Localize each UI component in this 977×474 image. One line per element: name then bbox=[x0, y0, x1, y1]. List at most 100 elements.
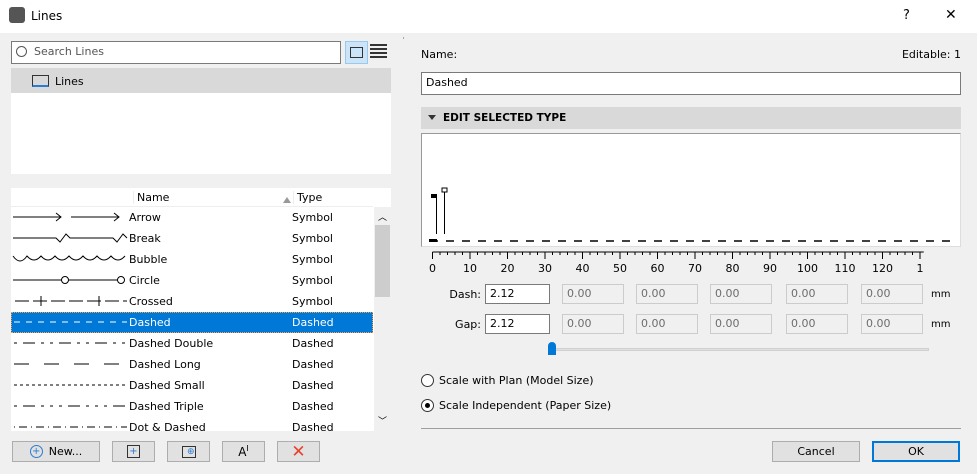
column-header-type[interactable]: Type bbox=[293, 191, 322, 204]
ruler-label: 90 bbox=[763, 262, 777, 275]
dash-value: 0.00 bbox=[715, 287, 740, 300]
divider bbox=[421, 428, 961, 429]
dash-field[interactable]: 0.00 bbox=[861, 284, 923, 304]
folder-icon bbox=[32, 75, 49, 87]
dash-pattern-preview bbox=[429, 187, 958, 242]
line-preview-icon bbox=[14, 363, 127, 365]
new-button-label: New... bbox=[48, 445, 83, 458]
new-folder-button[interactable]: ⊕ bbox=[167, 441, 210, 462]
gap-value: 0.00 bbox=[641, 317, 666, 330]
scroll-down-icon[interactable]: ﹀ bbox=[378, 414, 387, 427]
dash-value: 0.00 bbox=[641, 287, 666, 300]
scale-independent-radio[interactable]: Scale Independent (Paper Size) bbox=[421, 399, 611, 412]
gap-unit: mm bbox=[931, 319, 951, 330]
list-item[interactable]: Dashed Small Dashed bbox=[11, 375, 373, 396]
line-name: Dot & Dashed bbox=[129, 421, 206, 431]
dash-field[interactable]: 0.00 bbox=[786, 284, 848, 304]
scroll-thumb[interactable] bbox=[375, 225, 390, 297]
gap-field[interactable]: 0.00 bbox=[786, 314, 848, 334]
list-item[interactable]: Dashed Long Dashed bbox=[11, 354, 373, 375]
dash-field[interactable]: 0.00 bbox=[710, 284, 772, 304]
duplicate-button[interactable]: + bbox=[112, 441, 155, 462]
list-item[interactable]: Crossed Symbol bbox=[11, 291, 373, 312]
scale-with-plan-radio[interactable]: Scale with Plan (Model Size) bbox=[421, 374, 594, 387]
name-label: Name: bbox=[421, 48, 458, 61]
slider-thumb[interactable] bbox=[548, 342, 556, 355]
close-button[interactable]: ✕ bbox=[945, 7, 957, 23]
ok-button[interactable]: OK bbox=[872, 441, 960, 462]
dash-field[interactable]: 0.00 bbox=[562, 284, 624, 304]
edit-selected-type-header[interactable]: EDIT SELECTED TYPE bbox=[421, 107, 961, 129]
search-input[interactable]: Search Lines bbox=[11, 41, 341, 64]
new-button[interactable]: + New... bbox=[12, 441, 100, 462]
list-item[interactable]: Break Symbol bbox=[11, 228, 373, 249]
gap-field[interactable]: 2.12 bbox=[485, 314, 550, 334]
line-name: Dashed Triple bbox=[129, 400, 204, 413]
sort-ascending-icon bbox=[283, 193, 291, 203]
scale-slider[interactable] bbox=[548, 340, 930, 356]
line-type: Dashed bbox=[292, 316, 334, 329]
gap-field[interactable]: 0.00 bbox=[636, 314, 698, 334]
list-item[interactable]: Dashed Triple Dashed bbox=[11, 396, 373, 417]
line-name: Dashed Double bbox=[129, 337, 214, 350]
column-header-name[interactable]: Name bbox=[133, 191, 169, 204]
dash-value: 0.00 bbox=[567, 287, 592, 300]
name-input[interactable]: Dashed bbox=[421, 72, 961, 95]
ruler-label: 70 bbox=[688, 262, 702, 275]
ruler-label: 20 bbox=[501, 262, 515, 275]
folder-view-button[interactable] bbox=[345, 41, 368, 64]
gap-field[interactable]: 0.00 bbox=[861, 314, 923, 334]
list-item[interactable]: Dot & Dashed Dashed bbox=[11, 417, 373, 431]
line-preview-icon bbox=[12, 255, 126, 262]
line-preview-icon bbox=[14, 321, 127, 323]
cancel-label: Cancel bbox=[797, 445, 835, 458]
dash-field[interactable]: 2.12 bbox=[485, 284, 550, 304]
plus-circle-icon: + bbox=[29, 445, 43, 458]
rename-icon: AI bbox=[238, 444, 249, 459]
tree-item-lines[interactable]: Lines bbox=[11, 68, 391, 93]
line-name: Crossed bbox=[129, 295, 173, 308]
line-preview bbox=[421, 133, 961, 247]
delete-icon: ✕ bbox=[291, 441, 306, 462]
gap-field[interactable]: 0.00 bbox=[710, 314, 772, 334]
scale-paper-label: Scale Independent (Paper Size) bbox=[439, 399, 612, 412]
ruler-label: 60 bbox=[651, 262, 665, 275]
line-type: Dashed bbox=[292, 358, 334, 371]
list-item[interactable]: Dashed Double Dashed bbox=[11, 333, 373, 354]
window-title: Lines bbox=[31, 9, 63, 23]
help-button[interactable]: ? bbox=[903, 8, 910, 23]
line-preview-icon bbox=[14, 384, 127, 386]
title-bar: Lines ? ✕ bbox=[0, 0, 977, 33]
gap-value: 0.00 bbox=[791, 317, 816, 330]
folder-tree-icon bbox=[350, 47, 363, 58]
ruler-label: 0 bbox=[429, 262, 436, 275]
list-item[interactable]: Arrow Symbol bbox=[11, 207, 373, 228]
ruler: 0 10 20 30 40 50 60 70 80 90 100 110 120 1 bbox=[429, 251, 924, 275]
ruler-label: 50 bbox=[613, 262, 627, 275]
dash-value: 0.00 bbox=[791, 287, 816, 300]
list-view-button[interactable] bbox=[370, 44, 387, 58]
rename-button[interactable]: AI bbox=[222, 441, 265, 462]
line-name: Break bbox=[129, 232, 161, 245]
list-item[interactable]: Dashed Dashed bbox=[11, 312, 373, 333]
search-placeholder: Search Lines bbox=[34, 45, 104, 58]
ruler-label: 10 bbox=[463, 262, 477, 275]
scrollbar[interactable]: ︿ ﹀ bbox=[374, 207, 391, 431]
line-preview-icon bbox=[14, 426, 127, 428]
gap-field[interactable]: 0.00 bbox=[562, 314, 624, 334]
line-name: Arrow bbox=[129, 211, 161, 224]
gap-value: 0.00 bbox=[715, 317, 740, 330]
list-item[interactable]: Bubble Symbol bbox=[11, 249, 373, 270]
new-folder-icon: ⊕ bbox=[181, 445, 196, 458]
dash-field[interactable]: 0.00 bbox=[636, 284, 698, 304]
search-icon bbox=[16, 46, 27, 57]
dash-handle bbox=[429, 239, 437, 242]
cancel-button[interactable]: Cancel bbox=[772, 441, 860, 462]
ruler-label: 110 bbox=[835, 262, 856, 275]
line-preview-icon bbox=[15, 296, 127, 306]
line-preview-icon bbox=[13, 212, 120, 222]
delete-button[interactable]: ✕ bbox=[277, 441, 320, 462]
scale-plan-label: Scale with Plan (Model Size) bbox=[439, 374, 594, 387]
scroll-up-icon[interactable]: ︿ bbox=[378, 210, 387, 223]
list-item[interactable]: Circle Symbol bbox=[11, 270, 373, 291]
